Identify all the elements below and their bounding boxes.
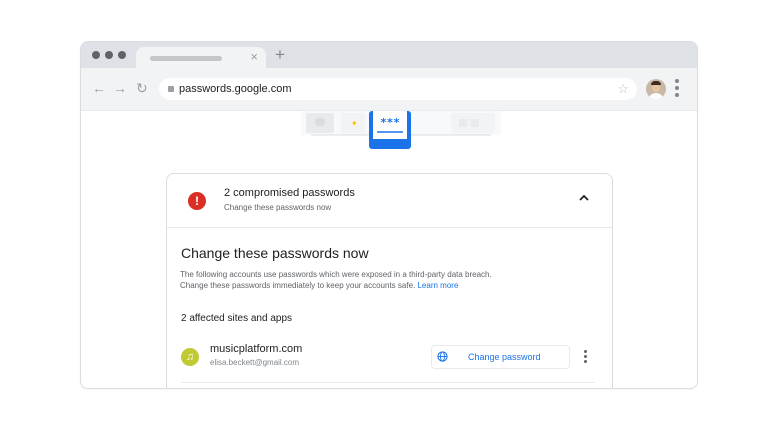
browser-toolbar: ← → ↻ passwords.google.com ☆ — [81, 68, 697, 111]
reload-icon[interactable]: ↻ — [136, 80, 148, 96]
change-password-button[interactable]: Change password — [431, 345, 570, 369]
globe-icon — [437, 351, 448, 362]
back-icon[interactable]: ← — [92, 80, 106, 96]
description-line-1: The following accounts use passwords whi… — [180, 270, 492, 279]
masked-password-text: *** — [380, 116, 400, 129]
url-text: passwords.google.com — [179, 83, 292, 95]
window-control-dot[interactable] — [105, 51, 113, 59]
section-title: Change these passwords now — [181, 245, 369, 261]
new-tab-button[interactable]: + — [275, 46, 285, 64]
more-options-icon[interactable] — [584, 350, 587, 365]
breach-description: The following accounts use passwords whi… — [180, 269, 600, 291]
forward-icon[interactable]: → — [113, 80, 127, 96]
lock-icon — [168, 86, 174, 92]
change-password-label: Change password — [468, 352, 541, 362]
avatar-hair — [651, 81, 661, 85]
site-username: elisa.beckett@gmail.com — [210, 358, 300, 367]
svg-text:✦: ✦ — [351, 119, 358, 128]
learn-more-link[interactable]: Learn more — [417, 281, 458, 290]
address-bar[interactable]: passwords.google.com ☆ — [159, 78, 637, 100]
password-illustration: ✦ *** — [301, 111, 501, 149]
browser-window: × + ← → ↻ passwords.google.com ☆ ✦ *** !… — [80, 41, 698, 389]
window-control-dot[interactable] — [92, 51, 100, 59]
alert-icon: ! — [188, 192, 206, 210]
window-control-dot[interactable] — [118, 51, 126, 59]
page-content: ✦ *** ! 2 compromised passwords Change t… — [81, 111, 697, 388]
compromised-passwords-card: ! 2 compromised passwords Change these p… — [166, 173, 613, 388]
bookmark-star-icon[interactable]: ☆ — [617, 81, 629, 97]
affected-count: 2 affected sites and apps — [181, 313, 293, 324]
tab-strip: × + — [81, 42, 697, 68]
site-name: musicplatform.com — [210, 343, 303, 355]
avatar[interactable] — [646, 79, 666, 99]
music-note-icon: ♫ — [181, 348, 199, 366]
browser-menu-icon[interactable] — [675, 79, 679, 100]
tab-title-placeholder — [150, 56, 222, 61]
chevron-up-icon[interactable] — [579, 194, 589, 201]
card-header[interactable]: ! 2 compromised passwords Change these p… — [167, 174, 612, 228]
compromised-count-title: 2 compromised passwords — [224, 187, 355, 199]
close-icon[interactable]: × — [250, 50, 258, 64]
browser-tab[interactable]: × — [136, 47, 266, 68]
row-divider — [181, 382, 595, 383]
compromised-subtitle: Change these passwords now — [224, 203, 332, 212]
description-line-2: Change these passwords immediately to ke… — [180, 281, 416, 290]
avatar-shirt — [648, 93, 664, 99]
